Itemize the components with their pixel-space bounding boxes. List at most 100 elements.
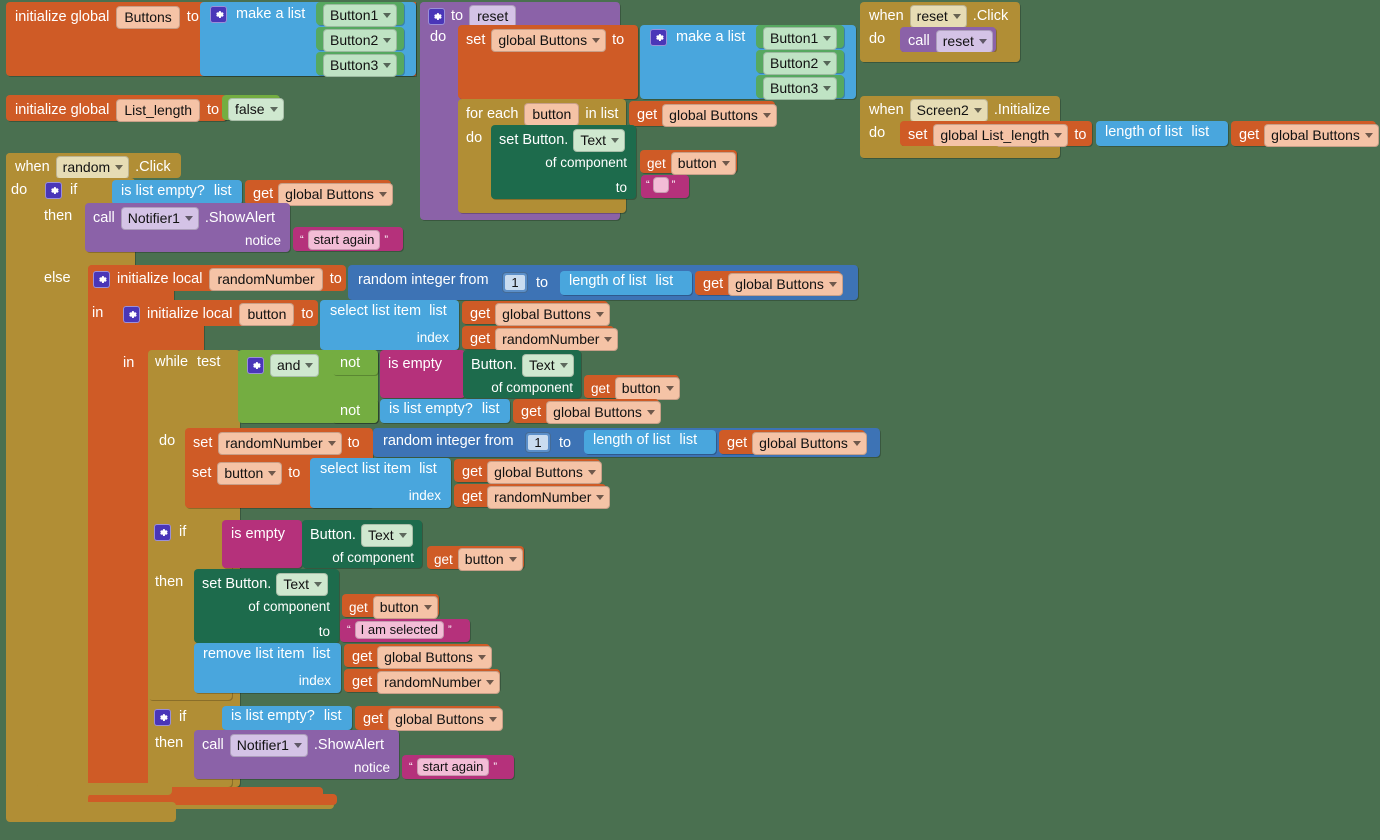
block-is-empty[interactable]: is empty (380, 350, 465, 398)
block-set-global-list-length[interactable]: set global List_length to (900, 121, 1092, 148)
variable-dropdown[interactable]: global List_length (933, 124, 1069, 148)
mutator-gear-icon[interactable] (123, 306, 140, 323)
component-dropdown[interactable]: Button3 (763, 77, 838, 101)
block-select-list-item[interactable]: select list item list index (320, 300, 459, 350)
component-dropdown[interactable]: Button3 (323, 54, 398, 78)
block-get-randomnumber[interactable]: get randomNumber (462, 326, 619, 352)
text-value-field[interactable] (652, 177, 669, 193)
block-not-2[interactable]: not (332, 399, 378, 423)
block-get-button[interactable]: get button (640, 150, 737, 176)
global-variable-name[interactable]: List_length (116, 99, 201, 122)
variable-dropdown[interactable]: global Buttons (388, 708, 503, 732)
variable-dropdown[interactable]: randomNumber (377, 671, 501, 695)
block-get-global-buttons[interactable]: get global Buttons (513, 399, 661, 425)
variable-dropdown[interactable]: randomNumber (218, 432, 342, 456)
local-variable-name[interactable]: randomNumber (209, 268, 323, 291)
text-value-field[interactable]: I am selected (354, 621, 444, 639)
block-is-list-empty[interactable]: is list empty? list (222, 706, 352, 730)
mutator-gear-icon[interactable] (210, 6, 227, 23)
block-set-button-text-of-component[interactable]: set Button. Text of component to (194, 569, 339, 643)
component-dropdown[interactable]: Button2 (323, 29, 398, 53)
property-dropdown[interactable]: Text (521, 354, 574, 378)
list-item-button1[interactable]: Button1 (756, 25, 844, 51)
block-get-button[interactable]: get button (342, 594, 439, 620)
component-dropdown[interactable]: Button1 (763, 27, 838, 51)
text-value-field[interactable]: start again (307, 230, 381, 250)
block-get-button[interactable]: get button (427, 546, 524, 572)
block-get-global-buttons[interactable]: get global Buttons (629, 101, 777, 128)
mutator-gear-icon[interactable] (93, 271, 110, 288)
variable-dropdown[interactable]: global Buttons (377, 646, 492, 670)
block-logic-false[interactable]: false (222, 95, 284, 122)
block-button-text-of-component[interactable]: Button. Text of component (463, 350, 581, 398)
mutator-gear-icon[interactable] (154, 524, 171, 541)
property-dropdown[interactable]: Text (360, 524, 413, 548)
block-empty-text-string[interactable]: “ ” (641, 175, 689, 198)
mutator-gear-icon[interactable] (247, 357, 264, 375)
variable-dropdown[interactable]: button (670, 152, 736, 176)
block-number-1[interactable]: 1 (525, 432, 551, 453)
component-dropdown[interactable]: Screen2 (909, 99, 988, 123)
block-get-global-buttons[interactable]: get global Buttons (355, 706, 503, 732)
block-set-global-buttons[interactable]: set global Buttons to (458, 25, 638, 99)
block-get-button[interactable]: get button (584, 375, 680, 401)
component-dropdown[interactable]: reset (909, 5, 967, 29)
variable-dropdown[interactable]: global Buttons (752, 432, 867, 456)
variable-dropdown[interactable]: randomNumber (495, 328, 619, 352)
variable-dropdown[interactable]: button (217, 462, 283, 486)
variable-dropdown[interactable]: global Buttons (1264, 124, 1379, 148)
block-set-button-text-of-component[interactable]: set Button. Text of component to (491, 125, 636, 199)
component-dropdown[interactable]: random (55, 156, 130, 180)
variable-dropdown[interactable]: global Buttons (487, 461, 602, 485)
text-value-field[interactable]: start again (416, 758, 490, 776)
list-item-button1[interactable]: Button1 (316, 2, 404, 28)
block-get-randomnumber[interactable]: get randomNumber (344, 669, 501, 695)
variable-dropdown[interactable]: global Buttons (495, 303, 610, 327)
global-variable-name[interactable]: Buttons (116, 6, 180, 29)
block-text-start-again[interactable]: “ start again ” (402, 755, 514, 779)
block-length-of-list[interactable]: length of list list (1096, 121, 1228, 146)
component-dropdown[interactable]: Button2 (763, 52, 838, 76)
local-variable-name[interactable]: button (239, 303, 295, 326)
list-item-button3[interactable]: Button3 (316, 52, 404, 78)
variable-dropdown[interactable]: randomNumber (487, 486, 611, 510)
component-dropdown[interactable]: Notifier1 (120, 207, 199, 231)
block-get-global-buttons[interactable]: get global Buttons (1231, 121, 1379, 148)
block-get-global-buttons[interactable]: get global Buttons (245, 180, 393, 207)
block-call-notifier1-showalert[interactable]: call Notifier1 .ShowAlert notice (85, 203, 290, 252)
block-select-list-item[interactable]: select list item list index (310, 458, 451, 508)
variable-dropdown[interactable]: global Buttons (278, 183, 393, 207)
block-text-i-am-selected[interactable]: “ I am selected ” (340, 619, 470, 642)
block-get-global-buttons[interactable]: get global Buttons (344, 644, 492, 670)
variable-dropdown[interactable]: global Buttons (728, 273, 843, 297)
number-field[interactable]: 1 (505, 275, 525, 290)
block-number-1[interactable]: 1 (502, 272, 528, 293)
component-dropdown[interactable]: Button1 (323, 4, 398, 28)
variable-dropdown[interactable]: button (457, 548, 523, 572)
procedure-dropdown[interactable]: reset (935, 30, 993, 54)
variable-dropdown[interactable]: button (614, 377, 680, 401)
variable-dropdown[interactable]: global Buttons (662, 104, 777, 128)
block-get-global-buttons[interactable]: get global Buttons (454, 459, 602, 485)
block-is-list-empty[interactable]: is list empty? list (380, 399, 510, 423)
variable-dropdown[interactable]: global Buttons (546, 401, 661, 425)
block-initialize-global-list-length[interactable]: initialize global List_length to (6, 95, 227, 122)
variable-dropdown[interactable]: global Buttons (491, 29, 607, 53)
list-item-button2[interactable]: Button2 (316, 27, 404, 53)
mutator-gear-icon[interactable] (428, 8, 445, 25)
mutator-gear-icon[interactable] (154, 709, 171, 726)
block-remove-list-item[interactable]: remove list item list index (194, 643, 341, 693)
mutator-gear-icon[interactable] (650, 29, 667, 46)
block-length-of-list[interactable]: length of list list (584, 430, 716, 454)
block-text-start-again[interactable]: “ start again ” (293, 227, 403, 251)
variable-dropdown[interactable]: button (372, 596, 438, 620)
mutator-gear-icon[interactable] (45, 182, 62, 199)
block-get-global-buttons[interactable]: get global Buttons (719, 430, 867, 456)
blocks-workspace[interactable]: initialize global Buttons to make a list… (0, 0, 1380, 840)
block-get-global-buttons[interactable]: get global Buttons (695, 271, 843, 297)
component-dropdown[interactable]: Notifier1 (229, 734, 308, 758)
block-call-notifier1-showalert[interactable]: call Notifier1 .ShowAlert notice (194, 730, 399, 779)
property-dropdown[interactable]: Text (276, 573, 329, 597)
list-item-button2[interactable]: Button2 (756, 50, 844, 76)
boolean-dropdown[interactable]: false (228, 98, 284, 122)
